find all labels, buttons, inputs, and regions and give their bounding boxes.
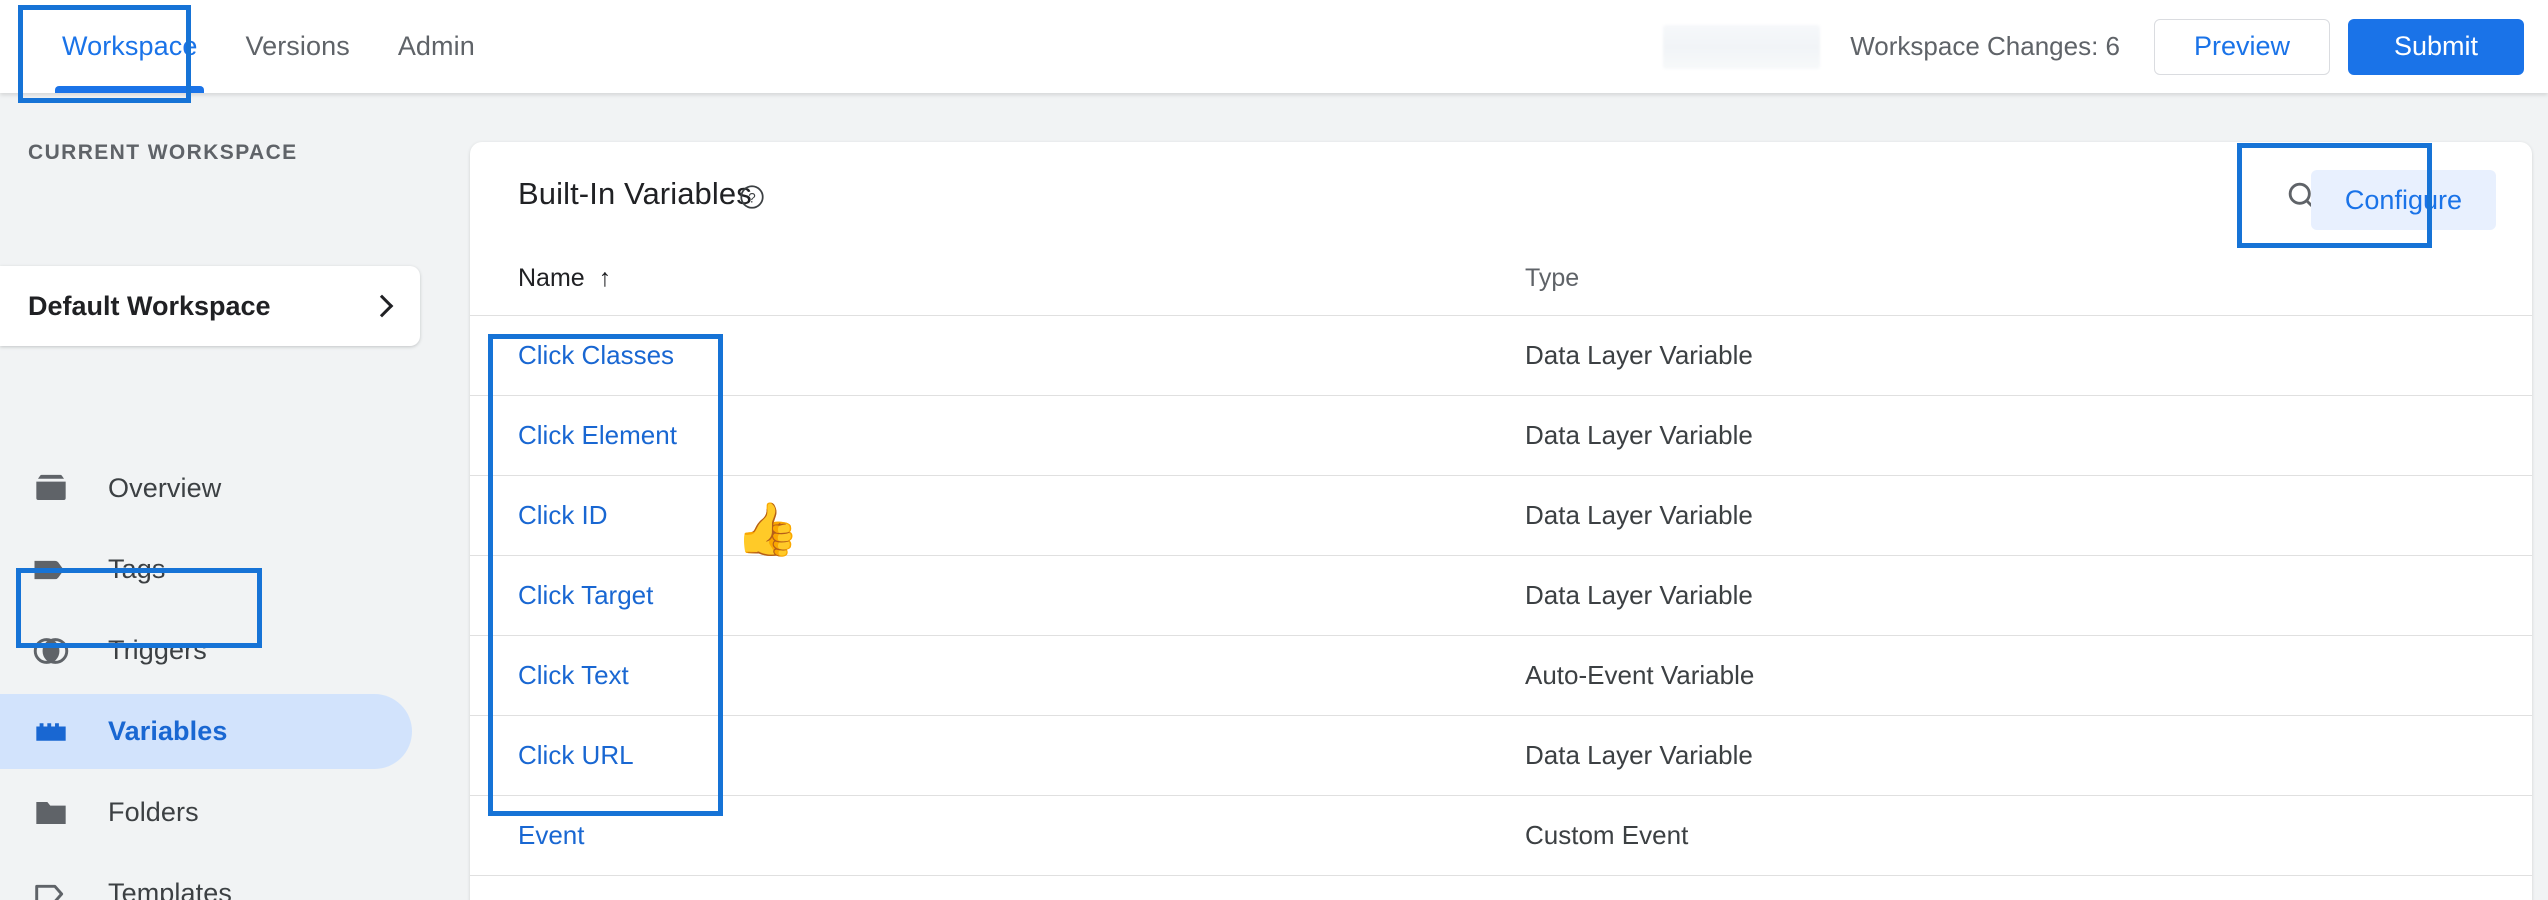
variable-type: Custom Event — [1525, 820, 1689, 850]
table-row[interactable]: Click Text Auto-Event Variable — [470, 636, 2532, 716]
sidebar-item-folders[interactable]: Folders — [0, 772, 455, 853]
variable-name-link[interactable]: Click Text — [518, 660, 629, 691]
variable-type: Data Layer Variable — [1525, 340, 1753, 370]
sidebar-item-templates-label: Templates — [108, 878, 232, 900]
variable-name-link[interactable]: Click URL — [518, 740, 634, 771]
svg-text:?: ? — [748, 190, 755, 205]
sidebar-item-overview[interactable]: Overview — [0, 448, 455, 529]
sidebar-item-tags[interactable]: Tags — [0, 529, 455, 610]
versions-tab[interactable]: Versions — [221, 0, 373, 93]
sidebar-nav-list: Overview Tags Triggers Variables Folders… — [0, 448, 455, 900]
overview-box-icon — [28, 466, 74, 512]
table-row[interactable]: Click Target Data Layer Variable — [470, 556, 2532, 636]
configure-button[interactable]: Configure — [2310, 170, 2496, 230]
variable-type: Data Layer Variable — [1525, 500, 1753, 530]
sidebar-item-folders-label: Folders — [108, 797, 199, 827]
sidebar-item-variables[interactable]: Variables — [0, 691, 455, 772]
workspace-selector[interactable]: Default Workspace — [0, 266, 420, 346]
admin-tab-label: Admin — [397, 31, 475, 61]
table-row[interactable]: Click Element Data Layer Variable — [470, 396, 2532, 476]
folder-icon — [28, 790, 74, 836]
sidebar-item-triggers-label: Triggers — [108, 635, 207, 665]
preview-button[interactable]: Preview — [2154, 18, 2330, 75]
sidebar-item-tags-label: Tags — [108, 554, 166, 584]
left-sidebar: CURRENT WORKSPACE Default Workspace Over… — [0, 93, 455, 900]
variable-name-link[interactable]: Click Target — [518, 580, 653, 611]
workspace-tab-label: Workspace — [62, 31, 198, 61]
help-circle-icon[interactable]: ? — [738, 183, 766, 211]
top-header: Workspace Versions Admin Workspace Chang… — [0, 0, 2548, 93]
primary-nav-tabs: Workspace Versions Admin — [38, 0, 499, 93]
variable-name-link[interactable]: Event — [518, 820, 585, 851]
sidebar-item-variables-label: Variables — [108, 716, 228, 746]
chevron-right-icon — [370, 294, 394, 318]
variable-name-link[interactable]: Click Element — [518, 420, 677, 451]
column-header-type[interactable]: Type — [1525, 264, 1579, 293]
workspace-name: Default Workspace — [28, 290, 271, 321]
built-in-variables-card: Built-In Variables ? Configure Name ↑ Ty — [470, 142, 2532, 900]
versions-tab-label: Versions — [245, 31, 350, 61]
variable-type: Data Layer Variable — [1525, 740, 1753, 770]
variable-type: Data Layer Variable — [1525, 580, 1753, 610]
sidebar-item-overview-label: Overview — [108, 473, 222, 503]
header-actions: Workspace Changes: 6 Preview Submit — [1663, 0, 2524, 93]
variable-name-link[interactable]: Click Classes — [518, 340, 674, 371]
sidebar-item-templates[interactable]: Templates — [0, 853, 455, 900]
workspace-tab[interactable]: Workspace — [38, 0, 221, 93]
submit-button[interactable]: Submit — [2348, 18, 2524, 75]
table-row[interactable]: Click ID Data Layer Variable — [470, 476, 2532, 556]
app-root: Workspace Versions Admin Workspace Chang… — [0, 0, 2548, 900]
sort-ascending-icon: ↑ — [598, 264, 612, 292]
variable-type: Auto-Event Variable — [1525, 660, 1755, 690]
sidebar-item-triggers[interactable]: Triggers — [0, 610, 455, 691]
table-row[interactable]: Click Classes Data Layer Variable — [470, 316, 2532, 396]
triggers-circles-icon — [28, 628, 74, 674]
workspace-changes-status: Workspace Changes: 6 — [1850, 31, 2120, 61]
table-row[interactable]: Event Custom Event — [470, 796, 2532, 876]
column-header-name[interactable]: Name ↑ — [518, 264, 611, 293]
account-id-field[interactable] — [1663, 24, 1821, 69]
column-header-name-label: Name — [518, 264, 585, 292]
page-title: Built-In Variables — [518, 176, 752, 211]
tag-icon — [28, 547, 74, 593]
template-tag-outline-icon — [28, 871, 74, 900]
table-header-row: Name ↑ Type — [470, 246, 2532, 316]
current-workspace-label: CURRENT WORKSPACE — [28, 141, 298, 164]
variables-brick-icon — [28, 709, 74, 755]
table-row[interactable]: Click URL Data Layer Variable — [470, 716, 2532, 796]
variable-type: Data Layer Variable — [1525, 420, 1753, 450]
variable-name-link[interactable]: Click ID — [518, 500, 608, 531]
card-header: Built-In Variables ? Configure — [470, 142, 2532, 246]
admin-tab[interactable]: Admin — [374, 0, 499, 93]
